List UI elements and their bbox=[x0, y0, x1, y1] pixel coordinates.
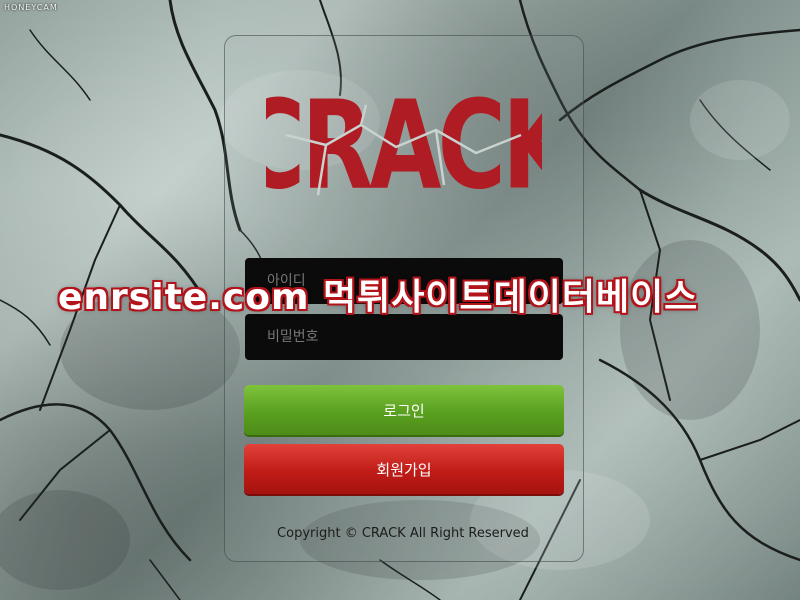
site-watermark-banner: enrsite.com 먹튀사이트데이터베이스 bbox=[58, 277, 699, 318]
screen-capture-watermark: HONEYCAM bbox=[4, 3, 58, 12]
crack-logo-mark: CRACK bbox=[237, 74, 581, 217]
copyright-text: Copyright © CRACK All Right Reserved bbox=[277, 526, 529, 541]
password-input[interactable] bbox=[245, 314, 563, 360]
login-page: HONEYCAM CRACK 로그인 회원가입 Copyright © CRAC… bbox=[0, 0, 800, 600]
crack-logo: CRACK bbox=[237, 74, 581, 217]
signup-button[interactable]: 회원가입 bbox=[244, 444, 564, 494]
login-button[interactable]: 로그인 bbox=[244, 385, 564, 435]
